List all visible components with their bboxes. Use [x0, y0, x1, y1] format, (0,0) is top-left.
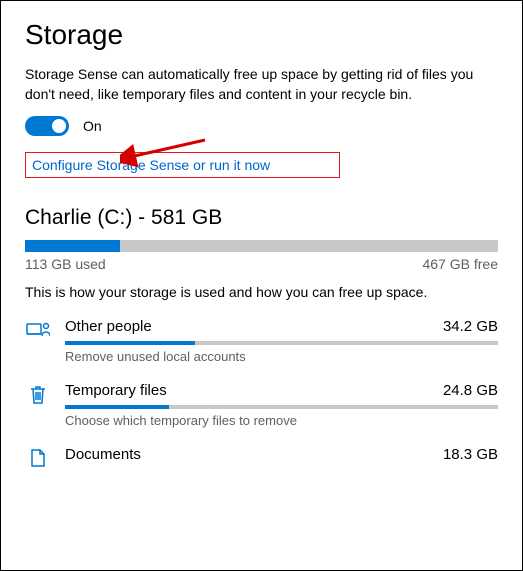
usage-description: This is how your storage is used and how…: [25, 284, 498, 300]
category-documents[interactable]: Documents 18.3 GB: [25, 446, 498, 469]
category-bar: [65, 405, 498, 409]
category-name: Other people: [65, 318, 152, 335]
drive-used-label: 113 GB used: [25, 256, 106, 272]
toggle-state-label: On: [83, 118, 102, 134]
storage-sense-toggle-row: On: [25, 116, 498, 136]
category-subtext: Remove unused local accounts: [65, 349, 498, 364]
drive-title: Charlie (C:) - 581 GB: [25, 206, 498, 230]
category-name: Documents: [65, 446, 141, 463]
category-size: 18.3 GB: [443, 446, 498, 463]
category-size: 24.8 GB: [443, 382, 498, 399]
drive-usage-bar: [25, 240, 498, 252]
configure-storage-sense-link[interactable]: Configure Storage Sense or run it now: [32, 157, 270, 173]
category-temporary-files[interactable]: Temporary files 24.8 GB Choose which tem…: [25, 382, 498, 428]
storage-sense-toggle[interactable]: [25, 116, 69, 136]
configure-link-highlight: Configure Storage Sense or run it now: [25, 152, 340, 178]
document-icon: [25, 446, 51, 469]
category-bar: [65, 341, 498, 345]
category-subtext: Choose which temporary files to remove: [65, 413, 498, 428]
trash-icon: [25, 382, 51, 428]
category-size: 34.2 GB: [443, 318, 498, 335]
drive-usage-bar-fill: [25, 240, 120, 252]
page-title: Storage: [25, 19, 498, 51]
people-icon: [25, 318, 51, 364]
category-name: Temporary files: [65, 382, 167, 399]
drive-free-label: 467 GB free: [423, 256, 499, 272]
category-other-people[interactable]: Other people 34.2 GB Remove unused local…: [25, 318, 498, 364]
drive-stats: 113 GB used 467 GB free: [25, 256, 498, 272]
storage-sense-description: Storage Sense can automatically free up …: [25, 65, 498, 104]
